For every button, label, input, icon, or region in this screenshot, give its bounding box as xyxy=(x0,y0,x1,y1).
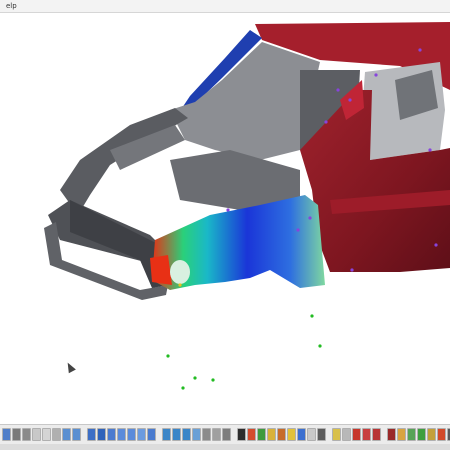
mesh-icon[interactable] xyxy=(237,428,246,441)
probe-icon[interactable] xyxy=(317,428,326,441)
vector-icon[interactable] xyxy=(257,428,266,441)
toolbar-separator xyxy=(82,428,86,441)
redo-icon[interactable] xyxy=(72,428,81,441)
wireframe-icon[interactable] xyxy=(212,428,221,441)
save-icon[interactable] xyxy=(12,428,21,441)
fender-wheel-opening xyxy=(170,260,190,284)
toolbar-separator xyxy=(232,428,236,441)
rotate-icon[interactable] xyxy=(97,428,106,441)
animate-icon[interactable] xyxy=(277,428,286,441)
annotate-icon[interactable] xyxy=(332,428,341,441)
node-icon[interactable] xyxy=(352,428,361,441)
bottom-toolbar xyxy=(0,424,450,444)
toolbar-separator xyxy=(157,428,161,441)
help-menu[interactable]: elp xyxy=(6,0,17,12)
paste-icon[interactable] xyxy=(52,428,61,441)
open-icon[interactable] xyxy=(2,428,11,441)
check-icon[interactable] xyxy=(417,428,426,441)
select-icon[interactable] xyxy=(87,428,96,441)
undo-icon[interactable] xyxy=(62,428,71,441)
material-icon[interactable] xyxy=(297,428,306,441)
shaded-icon[interactable] xyxy=(202,428,211,441)
iso-view-icon[interactable] xyxy=(192,428,201,441)
pan-icon[interactable] xyxy=(107,428,116,441)
side-view-icon[interactable] xyxy=(172,428,181,441)
toolbar-separator xyxy=(327,428,331,441)
print-icon[interactable] xyxy=(22,428,31,441)
contour-icon[interactable] xyxy=(247,428,256,441)
zoom-in-icon[interactable] xyxy=(117,428,126,441)
hidden-line-icon[interactable] xyxy=(222,428,231,441)
section-icon[interactable] xyxy=(307,428,316,441)
zoom-window-icon[interactable] xyxy=(147,428,156,441)
chart-icon[interactable] xyxy=(437,428,446,441)
cut-icon[interactable] xyxy=(32,428,41,441)
menu-bar: elp xyxy=(0,0,450,13)
edit-icon[interactable] xyxy=(407,428,416,441)
zoom-fit-icon[interactable] xyxy=(137,428,146,441)
front-view-icon[interactable] xyxy=(162,428,171,441)
deform-icon[interactable] xyxy=(267,428,276,441)
top-view-icon[interactable] xyxy=(182,428,191,441)
toolbar-separator xyxy=(382,428,386,441)
filter-icon[interactable] xyxy=(387,428,396,441)
status-bar xyxy=(0,444,450,450)
light-icon[interactable] xyxy=(287,428,296,441)
element-icon[interactable] xyxy=(362,428,371,441)
group-icon[interactable] xyxy=(372,428,381,441)
pencil-icon[interactable] xyxy=(397,428,406,441)
measure-icon[interactable] xyxy=(342,428,351,441)
zoom-out-icon[interactable] xyxy=(127,428,136,441)
3d-viewport[interactable] xyxy=(0,13,450,423)
table-icon[interactable] xyxy=(427,428,436,441)
copy-icon[interactable] xyxy=(42,428,51,441)
